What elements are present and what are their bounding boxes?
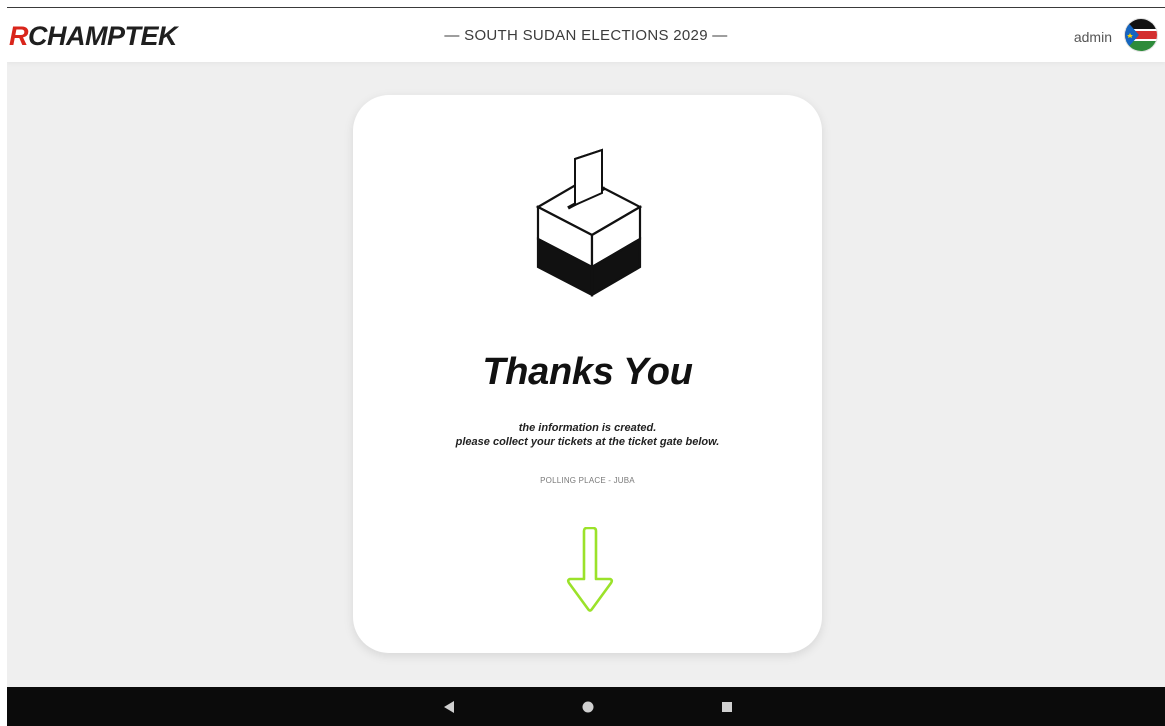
back-triangle-icon[interactable]: [441, 699, 457, 715]
page-title: — SOUTH SUDAN ELECTIONS 2029 —: [444, 27, 728, 44]
confirmation-card: Thanks You the information is created. p…: [353, 95, 822, 653]
app-screen: RCHAMPTEK — SOUTH SUDAN ELECTIONS 2029 —…: [7, 7, 1165, 726]
ticket-instruction: please collect your tickets at the ticke…: [455, 436, 720, 448]
home-circle-icon[interactable]: [580, 699, 596, 715]
thank-you-heading: Thanks You: [482, 351, 693, 393]
polling-place-label: POLLING PLACE - JUBA: [540, 476, 635, 485]
arrow-down-icon: [565, 526, 615, 613]
recents-square-icon[interactable]: [719, 699, 735, 715]
confirmation-message: the information is created.: [518, 422, 657, 434]
system-navigation-bar: [7, 687, 1165, 726]
screen-edge: [0, 0, 7, 726]
south-sudan-flag-icon[interactable]: [1124, 18, 1158, 52]
top-bar: RCHAMPTEK — SOUTH SUDAN ELECTIONS 2029 —…: [7, 7, 1165, 62]
ballot-box-icon: [523, 145, 653, 305]
username-label[interactable]: admin: [1074, 29, 1112, 45]
